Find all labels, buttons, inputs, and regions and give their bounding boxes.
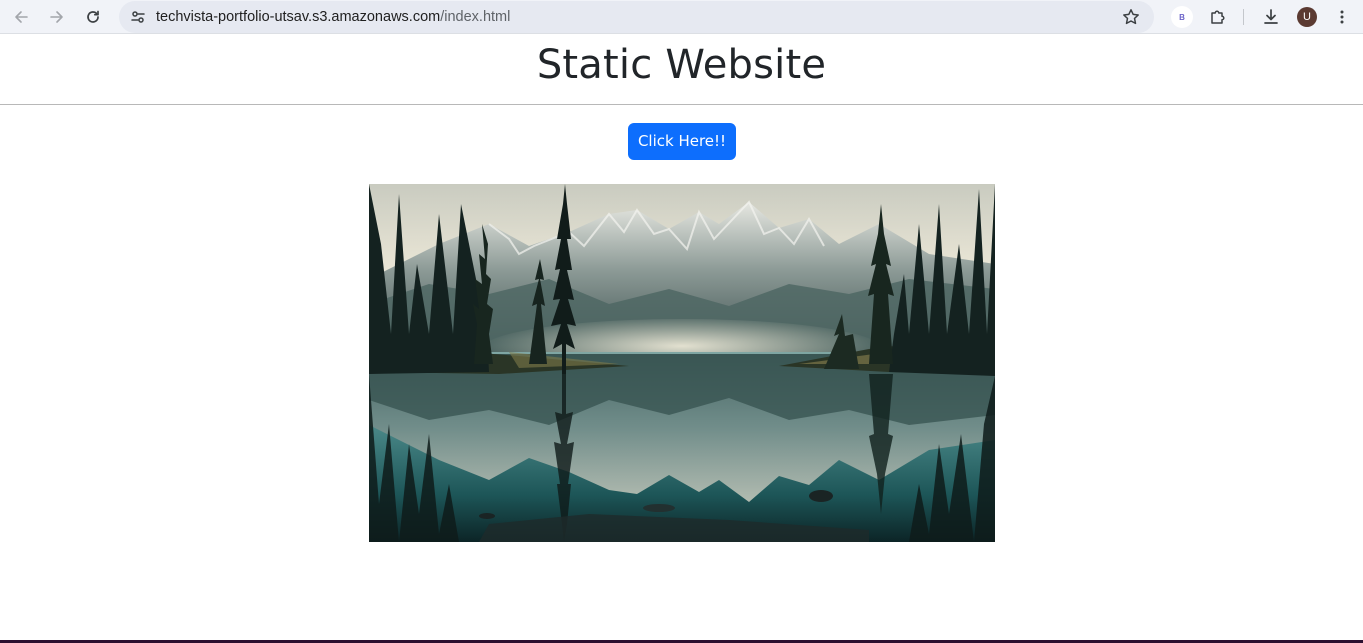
arrow-left-icon (15, 11, 28, 23)
reload-icon (87, 10, 99, 23)
bookmark-button[interactable] (1118, 4, 1144, 30)
star-icon (1123, 9, 1139, 25)
downloads-button[interactable] (1258, 4, 1284, 30)
back-button[interactable] (8, 4, 34, 30)
url-host: techvista-portfolio-utsav.s3.amazonaws.c… (156, 9, 441, 25)
tune-icon (131, 11, 145, 23)
click-here-button[interactable]: Click Here!! (628, 123, 736, 160)
extension-badge[interactable]: B (1171, 6, 1193, 28)
url-path: /index.html (440, 9, 511, 25)
menu-button[interactable] (1329, 4, 1355, 30)
address-bar[interactable]: techvista-portfolio-utsav.s3.amazonaws.c… (119, 1, 1154, 33)
page-title: Static Website (536, 42, 827, 88)
site-info-button[interactable] (125, 4, 151, 30)
extensions-button[interactable] (1205, 4, 1231, 30)
web-page: Static Website Click Here!! (0, 34, 1363, 640)
header-divider (0, 104, 1363, 105)
url-text[interactable]: techvista-portfolio-utsav.s3.amazonaws.c… (156, 8, 510, 26)
forward-button[interactable] (44, 4, 70, 30)
arrow-right-icon (50, 11, 63, 23)
reload-button[interactable] (80, 4, 106, 30)
kebab-menu-icon (1340, 10, 1344, 24)
profile-avatar[interactable]: U (1297, 7, 1317, 27)
puzzle-icon (1211, 10, 1225, 24)
toolbar-separator (1243, 9, 1244, 25)
browser-toolbar: techvista-portfolio-utsav.s3.amazonaws.c… (0, 0, 1363, 34)
download-icon (1264, 9, 1278, 24)
landscape-image (369, 184, 995, 542)
